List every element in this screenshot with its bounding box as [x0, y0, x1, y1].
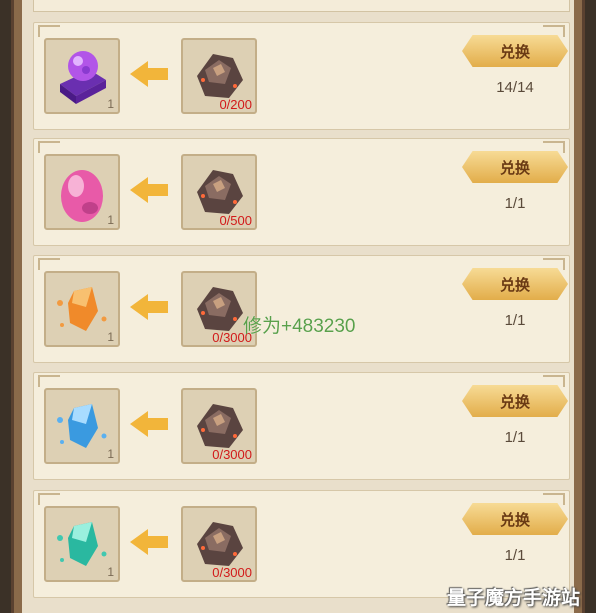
exchange-button[interactable]: 兑换	[462, 268, 568, 300]
reward-quantity: 1	[107, 213, 114, 227]
arrow-left-icon	[130, 529, 168, 555]
exchange-limit: 1/1	[504, 195, 526, 212]
exchange-limit: 1/1	[504, 429, 526, 446]
reward-slot[interactable]: 1	[44, 154, 120, 230]
cost-count: 0/500	[219, 213, 252, 228]
cost-slot[interactable]: 0/3000	[181, 506, 257, 582]
exchange-row: 1 0/200 兑换 14/14	[33, 22, 570, 130]
reward-slot[interactable]: 1	[44, 38, 120, 114]
exchange-button[interactable]: 兑换	[462, 503, 568, 535]
reward-quantity: 1	[107, 565, 114, 579]
cost-count: 0/3000	[212, 447, 252, 462]
arrow-left-icon	[130, 177, 168, 203]
exchange-button[interactable]: 兑换	[462, 35, 568, 67]
exchange-limit: 1/1	[504, 547, 526, 564]
cost-count: 0/200	[219, 97, 252, 112]
reward-quantity: 1	[107, 97, 114, 111]
exchange-button[interactable]: 兑换	[462, 151, 568, 183]
reward-slot[interactable]: 1	[44, 506, 120, 582]
arrow-left-icon	[130, 411, 168, 437]
exchange-row: 1 0/3000 兑换 1/1	[33, 255, 570, 363]
cost-slot[interactable]: 0/500	[181, 154, 257, 230]
arrow-left-icon	[130, 61, 168, 87]
cost-count: 0/3000	[212, 565, 252, 580]
cultivation-gain-text: 修为+483230	[243, 316, 356, 337]
reward-slot[interactable]: 1	[44, 271, 120, 347]
exchange-row: 1 0/500 兑换 1/1	[33, 138, 570, 246]
reward-quantity: 1	[107, 447, 114, 461]
reward-quantity: 1	[107, 330, 114, 344]
reward-slot[interactable]: 1	[44, 388, 120, 464]
exchange-row: 1 0/3000 兑换 1/1	[33, 490, 570, 598]
exchange-button[interactable]: 兑换	[462, 385, 568, 417]
cost-slot[interactable]: 0/200	[181, 38, 257, 114]
previous-row-edge	[33, 0, 570, 12]
cost-slot[interactable]: 0/3000	[181, 388, 257, 464]
site-watermark: 量子魔方手游站	[447, 588, 581, 609]
exchange-limit: 1/1	[504, 312, 526, 329]
exchange-row: 1 0/3000 兑换 1/1	[33, 372, 570, 480]
exchange-limit: 14/14	[496, 79, 534, 96]
arrow-left-icon	[130, 294, 168, 320]
